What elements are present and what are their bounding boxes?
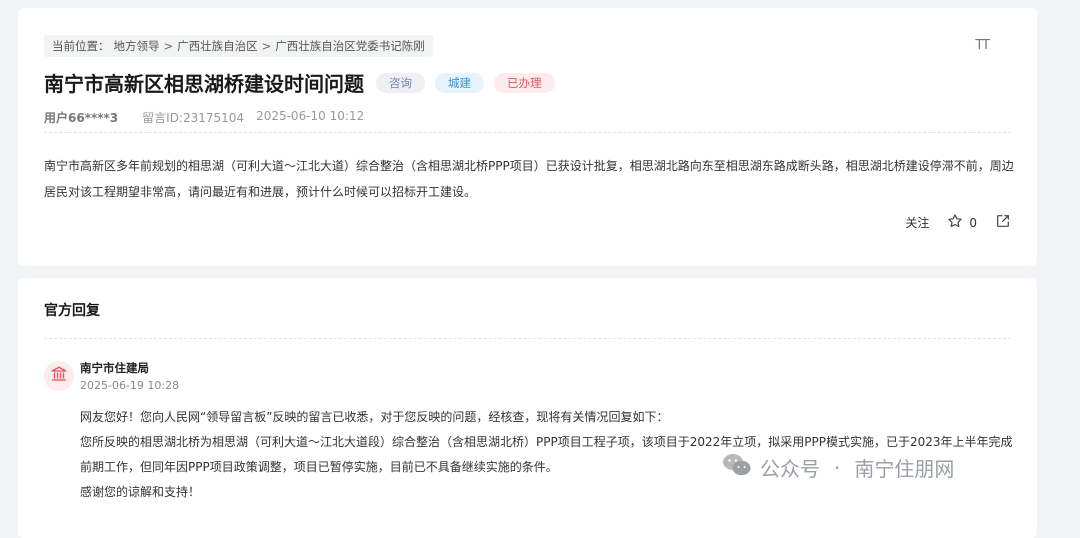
divider [44,338,1011,339]
wechat-icon [722,452,752,483]
reply-department: 南宁市住建局 [80,361,149,375]
tag-consult: 咨询 [376,72,425,93]
reply-time: 2025-06-19 10:28 [80,379,180,392]
message-time: 2025-06-10 10:12 [256,109,365,123]
breadcrumb-item-leaders[interactable]: 地方领导 [114,38,160,54]
government-building-icon [50,365,68,387]
page-title: 南宁市高新区相思湖桥建设时间问题 [44,72,364,96]
share-icon [995,213,1011,232]
watermark-name: 南宁住朋网 [854,457,955,481]
star-icon [947,213,963,232]
message-meta: 用户66****3 留言ID:23175104 2025-06-10 10:12 [44,109,364,126]
title-row: 南宁市高新区相思湖桥建设时间问题 咨询 城建 已办理 [44,68,555,97]
watermark-dot: · [834,455,841,480]
status-badge: 已办理 [494,72,555,93]
breadcrumb-item-guangxi[interactable]: 广西壮族自治区 [177,38,258,54]
watermark-label: 公众号 [760,457,820,481]
breadcrumb: 当前位置： 地方领导 > 广西壮族自治区 > 广西壮族自治区党委书记陈刚 [44,35,433,57]
breadcrumb-prefix: 当前位置： [52,39,110,53]
reply-paragraph: 感谢您的谅解和支持！ [80,485,201,499]
avatar [44,361,74,391]
message-id: 留言ID:23175104 [142,111,245,125]
star-count: 0 [969,215,977,230]
follow-button[interactable]: 关注 [905,214,929,231]
reply-paragraph: 网友您好！您向人民网“领导留言板”反映的留言已收悉，对于您反映的问题，经核查，现… [80,410,669,424]
font-size-button[interactable]: TT [975,38,990,53]
reply-header: 官方回复 [44,303,100,319]
message-user: 用户66****3 [44,111,119,125]
message-actions: 关注 0 [905,213,1011,232]
share-button[interactable] [995,213,1011,232]
reply-card: 官方回复 南宁市住建局 2025-06-19 10:28 网友您好！您向人民网“… [18,278,1037,538]
tag-city-construction: 城建 [435,72,484,93]
message-card: 当前位置： 地方领导 > 广西壮族自治区 > 广西壮族自治区党委书记陈刚 TT … [18,8,1037,266]
watermark: 公众号 · 南宁住朋网 [722,452,954,483]
message-content: 南宁市高新区多年前规划的相思湖（可利大道～江北大道）综合整治（含相思湖北桥PPP… [44,159,1014,199]
divider [44,132,1011,133]
breadcrumb-separator: > [261,39,272,53]
breadcrumb-item-secretary[interactable]: 广西壮族自治区党委书记陈刚 [275,38,425,54]
star-button[interactable]: 0 [947,213,977,232]
breadcrumb-separator: > [163,39,174,53]
